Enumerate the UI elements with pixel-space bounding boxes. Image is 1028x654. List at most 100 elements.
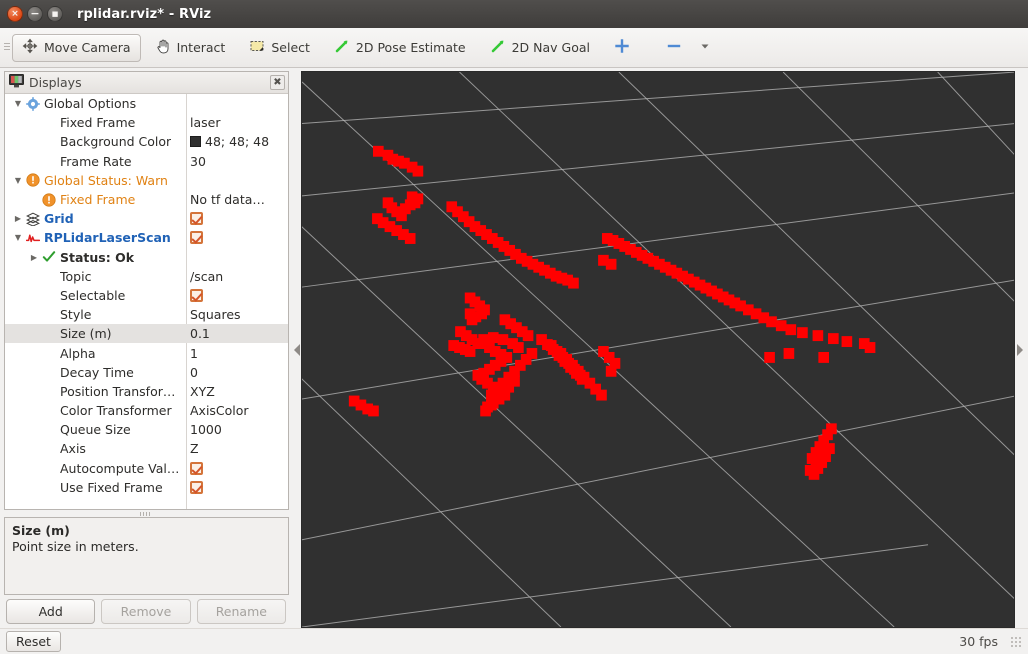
tool-2d-pose-estimate[interactable]: 2D Pose Estimate [324,34,476,62]
expander-open-icon[interactable]: ▼ [11,99,25,108]
enable-checkbox[interactable] [190,212,203,226]
enable-checkbox[interactable] [190,231,203,245]
property-name-cell: Color Transformer [5,403,186,418]
property-value-cell[interactable]: 0.1 [186,326,288,341]
monitor-icon [9,74,24,91]
expander-open-icon[interactable]: ▼ [11,233,25,242]
move-camera-icon [22,38,38,57]
property-name-cell: Frame Rate [5,154,186,169]
property-value-cell[interactable] [186,461,288,475]
display-property-row[interactable]: Decay Time 0 [5,363,288,382]
display-property-row[interactable]: ▶ Grid [5,209,288,228]
display-property-row[interactable]: Use Fixed Frame [5,478,288,497]
right-dock-expand-handle[interactable] [1015,71,1024,628]
window-maximize-button[interactable]: ■ [47,6,63,22]
property-value-cell[interactable]: 1000 [186,422,288,437]
display-property-row[interactable]: Fixed Frame No tf data… [5,190,288,209]
tool-2d-nav-goal-label: 2D Nav Goal [511,40,590,55]
property-label: Topic [60,268,92,284]
display-property-row[interactable]: Alpha 1 [5,343,288,362]
property-label: Status: Ok [60,249,135,265]
property-name-cell: Topic [5,269,186,284]
display-property-row[interactable]: Position Transfor… XYZ [5,382,288,401]
window-minimize-button[interactable]: − [27,6,43,22]
display-property-row[interactable]: ▼ RPLidarLaserScan [5,228,288,247]
toolbar-drag-handle[interactable] [2,28,12,68]
property-value-cell[interactable] [186,231,288,245]
status-bar: Reset 30 fps [0,628,1028,654]
display-property-row[interactable]: Fixed Frame laser [5,113,288,132]
property-value-cell[interactable] [186,288,288,302]
property-value-cell[interactable]: 48; 48; 48 [186,134,288,149]
tool-move-camera-label: Move Camera [44,40,131,55]
tool-2d-nav-goal[interactable]: 2D Nav Goal [480,34,600,62]
scan-point [513,342,524,353]
remove-display-button[interactable]: Remove [101,599,191,624]
property-value-cell[interactable]: XYZ [186,384,288,399]
property-label: Color Transformer [60,403,172,419]
displays-tree[interactable]: ▼ Global Options Fixed Frame laser Backgroun… [5,94,288,509]
displays-close-button[interactable]: ✖ [270,75,285,90]
render-viewport-3d[interactable] [301,71,1015,628]
add-display-button[interactable]: Add [6,599,96,624]
property-value-cell[interactable]: Z [186,441,288,456]
property-value-cell[interactable]: 30 [186,154,288,169]
tool-move-camera[interactable]: Move Camera [12,33,141,62]
panel-splitter[interactable] [0,510,292,517]
property-value-cell[interactable]: 1 [186,346,288,361]
display-property-row[interactable]: Background Color 48; 48; 48 [5,132,288,151]
display-property-row[interactable]: ▼ Global Options [5,94,288,113]
enable-checkbox[interactable] [190,461,203,475]
warning-icon [41,192,57,207]
scan-point [480,405,491,417]
scan-point [574,369,586,381]
display-property-row[interactable]: Topic/scan [5,267,288,286]
plus-icon [614,38,630,57]
property-label: Decay Time [60,364,134,380]
displays-panel-header: Displays ✖ [5,72,288,94]
display-property-row[interactable]: Autocompute Val… [5,459,288,478]
enable-checkbox[interactable] [190,480,203,494]
property-label: Size (m) [60,326,112,342]
property-value-text: AxisColor [190,403,249,419]
displays-panel: Displays ✖ ▼ Global Options Fixed Frame las… [4,71,289,510]
enable-checkbox[interactable] [190,288,203,302]
rename-display-button[interactable]: Rename [196,599,286,624]
display-property-row[interactable]: Frame Rate 30 [5,152,288,171]
display-property-row[interactable]: ▶ Status: Ok [5,248,288,267]
tool-remove-tool[interactable] [656,34,698,62]
property-value-cell[interactable] [186,212,288,226]
property-value-cell[interactable]: 0 [186,365,288,380]
property-value-cell[interactable]: laser [186,115,288,130]
display-property-row[interactable]: Size (m) 0.1 [5,324,288,344]
property-value-cell[interactable] [186,480,288,494]
toolbar-overflow-button[interactable] [698,34,727,62]
scan-point [841,336,853,348]
window-close-button[interactable]: × [7,6,23,22]
display-property-row[interactable]: Selectable [5,286,288,305]
tool-interact[interactable]: Interact [145,34,236,62]
display-property-row[interactable]: Axis Z [5,439,288,458]
property-value-text: 48; 48; 48 [205,134,270,150]
scan-point [568,277,579,289]
resize-grip[interactable] [1010,635,1022,648]
expander-closed-icon[interactable]: ▶ [27,253,41,262]
property-value-cell[interactable]: /scan [186,269,288,284]
expander-open-icon[interactable]: ▼ [11,176,25,185]
scan-point [797,327,808,339]
left-dock-collapse-handle[interactable] [292,71,301,628]
chevron-right-icon [1016,343,1023,356]
property-value-cell[interactable]: AxisColor [186,403,288,418]
display-property-row[interactable]: Queue Size 1000 [5,420,288,439]
display-property-row[interactable]: Style Squares [5,305,288,324]
expander-closed-icon[interactable]: ▶ [11,214,25,223]
property-label: Selectable [60,287,126,303]
property-value-cell[interactable]: Squares [186,307,288,322]
tool-add-tool[interactable] [604,34,646,62]
display-property-row[interactable]: Color Transformer AxisColor [5,401,288,420]
reset-button[interactable]: Reset [6,631,61,652]
property-value-cell[interactable]: No tf data… [186,192,288,207]
display-property-row[interactable]: ▼ Global Status: Warn [5,171,288,190]
tool-select[interactable]: Select [239,34,320,62]
color-swatch[interactable] [190,136,201,148]
